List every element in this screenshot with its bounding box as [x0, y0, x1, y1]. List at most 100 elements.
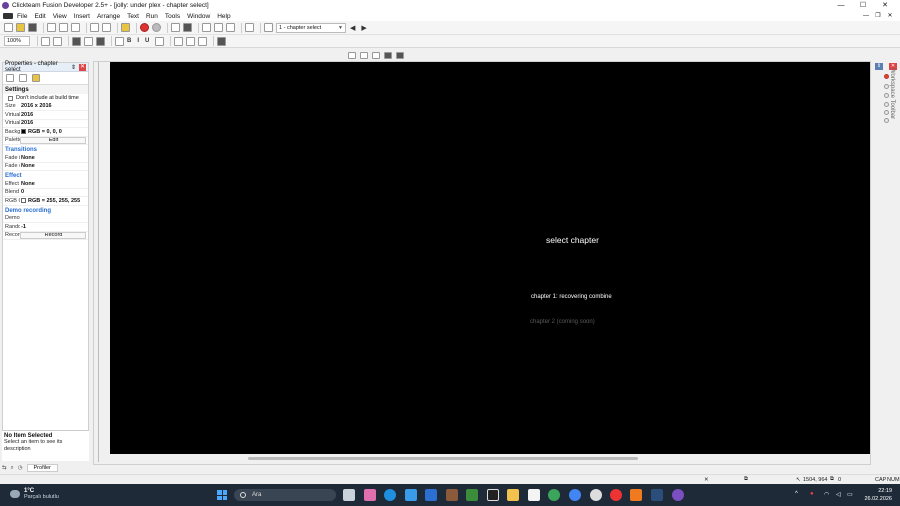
app-icon[interactable] [487, 489, 499, 501]
property-value[interactable]: -1 [20, 224, 88, 230]
align-left-icon[interactable] [174, 36, 184, 46]
profiler-tab[interactable]: Profiler [26, 464, 58, 472]
property-row[interactable]: Virtual 2016 [3, 111, 88, 120]
property-row[interactable]: Blend 0 [3, 189, 88, 197]
open-file-icon[interactable] [16, 23, 25, 32]
tray-chevron-icon[interactable]: ^ [795, 491, 798, 497]
steam-icon[interactable] [651, 489, 663, 501]
volume-icon[interactable]: ◁ [836, 491, 841, 498]
menu-run[interactable]: Run [146, 13, 158, 20]
front-icon[interactable] [360, 51, 368, 59]
underline-button[interactable]: U [145, 38, 149, 44]
property-row[interactable]: Virtual 2016 [3, 120, 88, 128]
frame-editor-icon[interactable] [183, 23, 192, 32]
close-icon[interactable]: ✕ [79, 63, 86, 71]
property-row[interactable]: Fade in None [3, 154, 88, 163]
property-value-color[interactable]: RGB = 255, 255, 255 [20, 198, 88, 204]
storyboard-icon[interactable] [171, 23, 180, 32]
close-button[interactable]: ✕ [874, 0, 896, 11]
opera-icon[interactable] [610, 489, 622, 501]
dont-include-row[interactable]: Don't include at build time [3, 94, 88, 103]
chrome-icon[interactable] [569, 489, 581, 501]
select-chapter-title[interactable]: select chapter [546, 235, 599, 245]
image-editor-icon[interactable] [245, 23, 254, 32]
menu-window[interactable]: Window [187, 13, 210, 20]
previous-frame-arrow[interactable]: ◀ [350, 24, 355, 32]
fit-frame-icon[interactable] [217, 36, 227, 46]
pin-icon[interactable]: ⇕ [71, 64, 76, 71]
wifi-icon[interactable]: ◠ [824, 491, 829, 498]
chapter-2-label[interactable]: chapter 2 (coming soon) [530, 319, 595, 325]
weather-widget[interactable]: 1°C Parçalı bulutlu [24, 488, 59, 500]
task-view-icon[interactable] [343, 489, 355, 501]
game-app-icon[interactable] [466, 489, 478, 501]
align-right-icon[interactable] [198, 36, 208, 46]
edge-icon[interactable] [384, 489, 396, 501]
fusion-icon[interactable] [672, 489, 684, 501]
property-row[interactable]: Effect None [3, 180, 88, 189]
property-row[interactable]: Record Record [3, 231, 88, 240]
record-icon[interactable] [152, 23, 161, 32]
cloud-app-icon[interactable] [630, 489, 642, 501]
property-value[interactable]: 0 [20, 189, 88, 195]
maximize-button[interactable]: ☐ [852, 0, 874, 11]
layer-order-icon[interactable] [372, 51, 380, 59]
bold-button[interactable]: B [127, 38, 131, 44]
property-value-color[interactable]: RGB = 0, 0, 0 [20, 129, 88, 135]
undo-icon[interactable] [90, 23, 99, 32]
mail-icon[interactable] [425, 489, 437, 501]
zoom-tool-icon[interactable] [53, 36, 62, 46]
stop-icon[interactable] [140, 23, 149, 32]
chapter-1-label[interactable]: chapter 1: recovering combine [531, 294, 612, 300]
property-row[interactable]: Background RGB = 0, 0, 0 [3, 128, 88, 137]
italic-button[interactable]: I [137, 38, 139, 44]
store-icon[interactable] [405, 489, 417, 501]
runtime-options-tab-icon[interactable] [19, 74, 27, 82]
notepad-icon[interactable] [528, 489, 540, 501]
layers-icon[interactable] [96, 36, 105, 46]
palette-edit-button[interactable]: Edit [20, 136, 86, 144]
menu-insert[interactable]: Insert [74, 13, 90, 20]
property-value[interactable]: None [20, 155, 88, 161]
menu-file[interactable]: File [17, 13, 27, 20]
object-list-icon[interactable] [384, 51, 392, 59]
property-row[interactable]: Random -1 [3, 223, 88, 232]
status-close-icon[interactable]: ✕ [704, 477, 709, 483]
text-color-icon[interactable] [155, 36, 165, 46]
copy-icon[interactable] [59, 23, 68, 32]
snap-icon[interactable] [84, 36, 93, 46]
minimize-button[interactable]: — [830, 0, 852, 11]
property-value[interactable]: 2016 [20, 120, 88, 126]
hand-tool-icon[interactable] [41, 36, 50, 46]
redo-icon[interactable] [102, 23, 111, 32]
taskbar-search[interactable]: Ara [234, 489, 336, 501]
tray-app-icon[interactable]: ● [810, 491, 814, 497]
zoom-dropdown[interactable]: 100% [4, 36, 30, 46]
cut-icon[interactable] [47, 23, 56, 32]
grid-icon[interactable] [72, 36, 81, 46]
property-row[interactable]: Demo [3, 215, 88, 223]
frame-canvas[interactable]: select chapter chapter 1: recovering com… [110, 62, 870, 454]
font-icon[interactable] [115, 36, 124, 46]
property-row[interactable]: Palette Edit [3, 136, 88, 145]
property-value[interactable]: None [20, 163, 88, 169]
battery-icon[interactable]: ▭ [847, 491, 853, 498]
horizontal-scrollbar[interactable] [248, 457, 638, 460]
event-editor-icon[interactable] [202, 23, 211, 32]
search-tab-icon[interactable]: ⌕ [11, 465, 14, 472]
about-tab-icon[interactable] [32, 74, 40, 82]
property-row[interactable]: Size 2016 x 2016 [3, 103, 88, 111]
help-icon[interactable] [121, 23, 130, 32]
start-icon[interactable] [217, 490, 227, 500]
run-frame-icon[interactable] [264, 23, 273, 32]
clock-tab-icon[interactable]: ◷ [18, 465, 23, 471]
menu-view[interactable]: View [53, 13, 67, 20]
system-menu-icon[interactable] [3, 13, 13, 19]
copilot-icon[interactable] [364, 489, 376, 501]
record-button[interactable]: Record [20, 231, 86, 239]
property-value[interactable]: 2016 [20, 112, 88, 118]
event-list-icon[interactable] [214, 23, 223, 32]
settings-tab-icon[interactable] [6, 74, 14, 82]
dont-include-checkbox[interactable] [8, 95, 13, 101]
menu-arrange[interactable]: Arrange [97, 13, 120, 20]
